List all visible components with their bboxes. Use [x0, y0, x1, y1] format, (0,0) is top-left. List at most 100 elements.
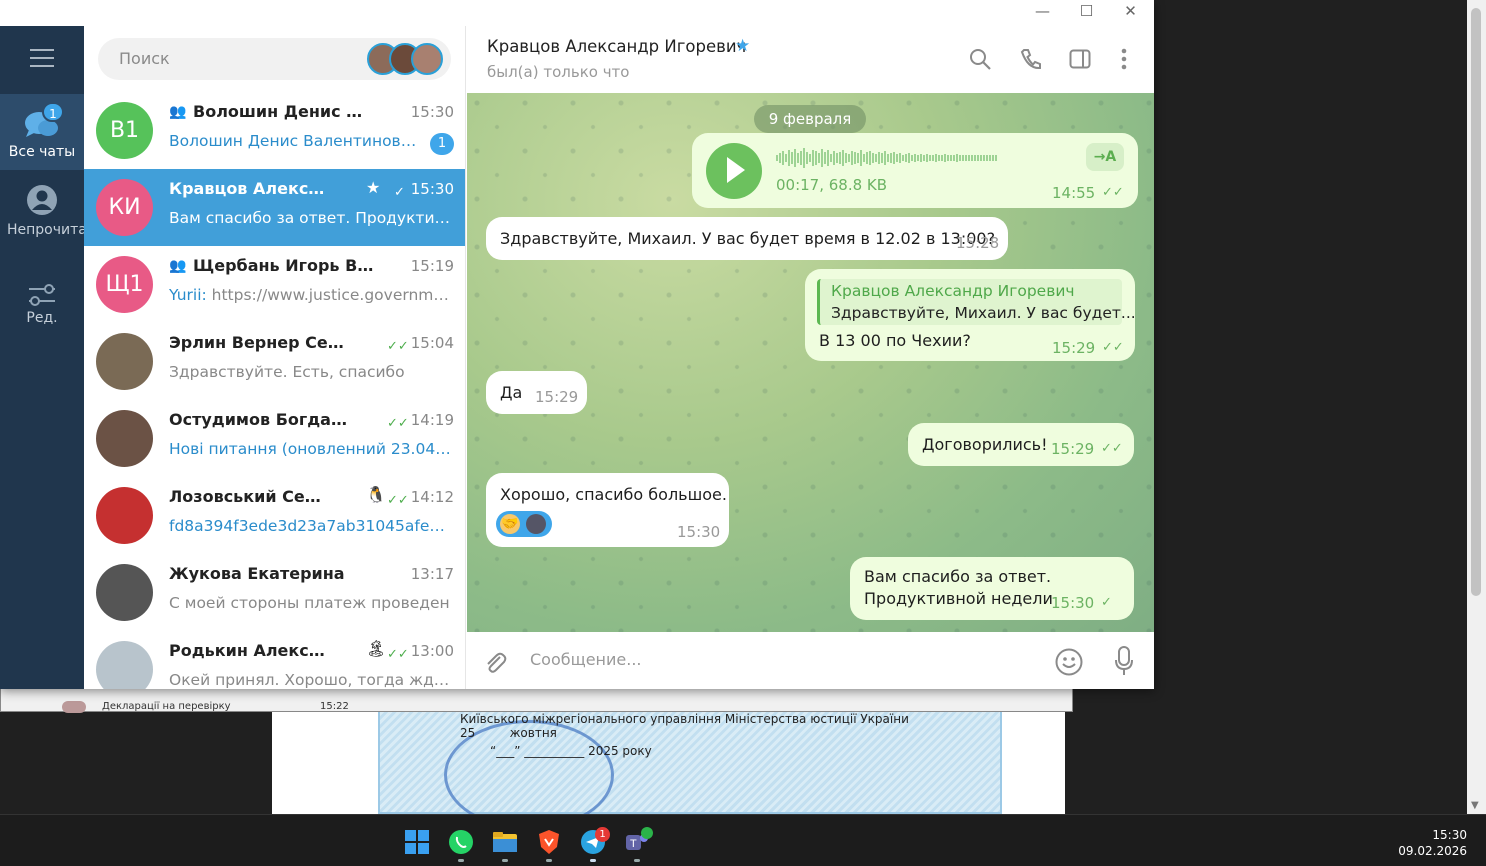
microphone-icon[interactable]	[1114, 646, 1134, 676]
waveform-bar	[845, 152, 847, 163]
chat-list-item[interactable]: Щ1 👥 Щербань Игорь Василье... 15:19 Yurii: h…	[84, 246, 465, 323]
chat-name: Кравцов Александр И...	[169, 179, 330, 198]
chat-list-item[interactable]: Лозовський Сергей Д... 🐧✓✓14:12 fd8a394f3e…	[84, 477, 465, 554]
chat-preview: Yurii: https://www.justice.governme...	[169, 286, 452, 304]
search-icon[interactable]	[969, 48, 991, 70]
search-input[interactable]: Поиск	[98, 38, 451, 80]
waveform-bar	[896, 153, 898, 162]
running-indicator	[502, 859, 508, 862]
waveform-bar	[962, 154, 964, 161]
teams-status-icon	[641, 827, 653, 839]
chat-list-item[interactable]: Жукова Екатерина 13:17 С моей стороны плат…	[84, 554, 465, 631]
waveform-bar	[932, 154, 934, 161]
story-avatar[interactable]	[411, 43, 443, 75]
waveform-bar	[920, 153, 922, 162]
read-ticks-icon: ✓✓	[387, 493, 409, 508]
folder-edit[interactable]: Ред.	[0, 276, 84, 342]
incoming-message[interactable]: Хорошо, спасибо большое. 🤝 15:30	[486, 473, 729, 547]
running-indicator	[458, 859, 464, 862]
play-icon	[727, 157, 745, 183]
background-list-row[interactable]: Декларації на перевірку 15:22	[36, 699, 356, 713]
folder-label: Все чаты	[8, 144, 76, 160]
incoming-message[interactable]: Здравствуйте, Михаил. У вас будет время …	[486, 217, 1008, 260]
waveform-bar	[878, 151, 880, 164]
waveform-bar	[836, 152, 838, 163]
scrollbar-thumb[interactable]	[1471, 8, 1481, 596]
transcribe-button[interactable]: →A	[1086, 143, 1124, 171]
attach-icon[interactable]	[483, 650, 507, 674]
chat-name: Волошин Денис Валент...	[193, 102, 374, 121]
waveform-bar	[986, 154, 988, 161]
read-ticks-icon: ✓✓	[1102, 185, 1124, 200]
message-composer[interactable]: Сообщение...	[467, 632, 1154, 689]
chat-name: Жукова Екатерина	[169, 564, 345, 583]
waveform-bar	[953, 154, 955, 161]
reply-quote[interactable]: Кравцов Александр Игоревич Здравствуйте,…	[817, 279, 1136, 325]
waveform-bar	[779, 152, 781, 163]
waveform-bar	[905, 153, 907, 162]
chat-list-item[interactable]: КИ Кравцов Александр И... ★ ✓ 15:30 Вам спаси…	[84, 169, 465, 246]
chat-avatar: Щ1	[96, 256, 153, 313]
scroll-down-arrow-icon[interactable]: ▼	[1471, 800, 1479, 811]
maximize-button[interactable]: ☐	[1064, 0, 1109, 24]
waveform-bar	[911, 154, 913, 161]
file-explorer-icon[interactable]	[492, 829, 518, 855]
chat-name: Лозовський Сергей Д...	[169, 487, 330, 506]
outgoing-message[interactable]: Договорились! 15:29 ✓✓	[908, 423, 1134, 466]
status-emoji-icon: 🐧	[366, 485, 386, 504]
waveform-bar	[794, 148, 796, 167]
folder-sidebar: 1 Все чаты Непрочитано Ред.	[0, 26, 105, 689]
outgoing-message[interactable]: Вам спасибо за ответ. Продуктивной недел…	[850, 557, 1134, 620]
running-indicator	[546, 859, 552, 862]
sidebar-toggle-icon[interactable]	[1069, 48, 1091, 70]
page-scrollbar[interactable]: ▼	[1467, 0, 1486, 814]
waveform-bar	[863, 153, 865, 162]
messages-area[interactable]: 9 февраля →A 00:17, 68.8 KB 14:55 ✓✓ Здр…	[467, 93, 1154, 632]
waveform-bar	[950, 154, 952, 161]
waveform-bar	[923, 154, 925, 161]
menu-button[interactable]	[0, 26, 84, 92]
folder-all-chats[interactable]: 1 Все чаты	[0, 94, 84, 170]
chat-list-item[interactable]: Эрлин Вернер Сергеевич ✓✓15:04 Здравствуйт…	[84, 323, 465, 400]
system-clock[interactable]: 15:30 09.02.2026	[1398, 827, 1467, 859]
waveform-bar	[806, 151, 808, 164]
chat-header[interactable]: Кравцов Александр Игоревич ★ был(а) толь…	[467, 26, 1154, 93]
chat-list-item[interactable]: Родькин Александр В... 🏝✓✓13:00 Окей приня…	[84, 631, 465, 689]
reply-text: Здравствуйте, Михаил. У вас будет...	[831, 304, 1136, 322]
star-icon: ★	[366, 178, 381, 197]
more-options-icon[interactable]	[1121, 48, 1127, 70]
phone-icon[interactable]	[1020, 48, 1042, 70]
contact-name[interactable]: Кравцов Александр Игоревич	[487, 37, 746, 56]
chat-list-item[interactable]: Остудимов Богдан Анат... ✓✓14:19 Нові пита…	[84, 400, 465, 477]
waveform-bar	[956, 153, 958, 162]
voice-message[interactable]: →A 00:17, 68.8 KB 14:55 ✓✓	[692, 133, 1138, 208]
chat-preview: Нові питання (оновленний 23.04.2...	[169, 440, 452, 458]
voice-duration-size: 00:17, 68.8 KB	[776, 176, 888, 194]
incoming-message[interactable]: Да 15:29	[486, 371, 587, 414]
minimize-button[interactable]: —	[1020, 0, 1065, 24]
waveform-bar	[812, 149, 814, 166]
message-text: В 13 00 по Чехии?	[819, 331, 971, 350]
windows-start-icon[interactable]	[404, 829, 430, 855]
brave-icon[interactable]	[536, 829, 562, 855]
chat-list: Поиск В1 👥 Волошин Денис Валент... 15:30 Вол…	[84, 26, 466, 689]
chat-list-item[interactable]: В1 👥 Волошин Денис Валент... 15:30 Волошин Д…	[84, 92, 465, 169]
waveform-bar	[938, 154, 940, 161]
message-input[interactable]: Сообщение...	[530, 650, 642, 669]
stories-avatars[interactable]	[367, 43, 445, 75]
folder-unread[interactable]: Непрочитано	[0, 178, 105, 260]
whatsapp-icon[interactable]	[448, 829, 474, 855]
reaction-chip[interactable]: 🤝	[496, 511, 552, 537]
voice-waveform[interactable]	[776, 147, 1076, 169]
edit-filters-icon	[29, 284, 55, 306]
emoji-icon[interactable]	[1055, 648, 1083, 676]
hamburger-icon	[30, 49, 54, 67]
waveform-bar	[980, 154, 982, 161]
outgoing-reply-message[interactable]: Кравцов Александр Игоревич Здравствуйте,…	[805, 269, 1136, 361]
waveform-bar	[989, 154, 991, 161]
message-time: 15:29	[1052, 339, 1096, 357]
play-button[interactable]	[706, 143, 762, 199]
certificate-text-3: “___” __________ 2025 року	[490, 744, 652, 758]
close-button[interactable]: ✕	[1108, 0, 1153, 24]
waveform-bar	[788, 149, 790, 166]
